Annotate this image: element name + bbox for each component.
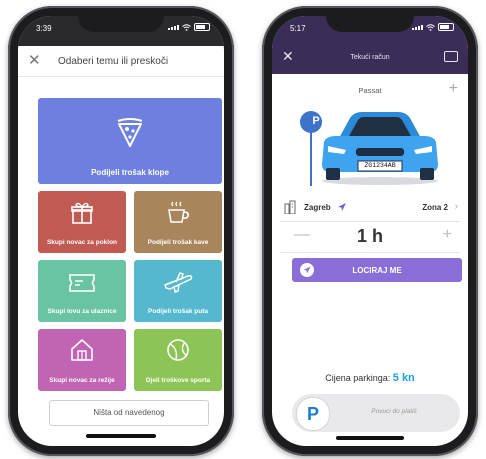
tile-label: Skupi lovu za ulaznice [47,308,117,315]
tile-label: Skupi novac za režije [49,377,115,384]
phone-left: 3:39 ✕ Odaberi temu ili preskoči Podijel… [8,6,234,456]
tile-label: Skupi novac za poklon [46,239,118,246]
gift-icon [71,202,93,224]
coffee-icon [168,201,189,223]
wifi-icon [426,23,435,31]
tile-split-coffee[interactable]: Podijeli trošak kave [134,191,222,253]
tile-label: Djeli troškove sporta [145,377,211,384]
duration-stepper: — 1 h + [272,224,468,250]
close-icon[interactable]: ✕ [28,52,41,70]
signal-icon [412,24,423,30]
tile-ticket-money[interactable]: Skupi lovu za ulaznice [38,260,126,322]
home-indicator [336,436,404,440]
airplane-icon [164,272,193,293]
page-title: Odaberi temu ili preskoči [58,56,169,67]
tile-utilities-money[interactable]: Skupi novac za režije [38,329,126,391]
city-building-icon [284,200,296,214]
price-row: Cijena parkinga: 5 kn [272,372,468,384]
top-bar: ✕ Odaberi temu ili preskoči [18,46,224,77]
price-label: Cijena parkinga: [325,373,391,383]
chevron-right-icon: › [454,201,458,212]
tile-label: Podijeli trošak kave [147,239,209,246]
notch [326,16,414,32]
home-indicator [86,434,156,438]
signal-icon [168,24,179,30]
divider [280,221,460,222]
zone-name: Zona 2 [422,203,448,212]
phone-right: 5:17 ✕ Tekući račun Passat + P ZG1234AB … [262,6,478,456]
slider-knob[interactable]: P [296,397,330,431]
status-icons [412,23,454,31]
battery-icon [194,23,210,31]
tile-split-travel[interactable]: Podijeli trošak puta [134,260,222,322]
pizza-icon [117,118,143,147]
parking-screen: 5:17 ✕ Tekući račun Passat + P ZG1234AB … [272,16,468,446]
price-value: 5 kn [392,372,415,384]
page-title: Tekući račun [350,54,390,61]
status-icons [168,23,210,31]
status-time: 3:39 [36,24,52,33]
locate-me-label: LOCIRAJ ME [352,266,402,275]
ball-icon [167,339,189,361]
tile-label: Podijeli trošak puta [148,308,208,315]
pay-slider[interactable]: P Povuci do platiš [292,394,460,432]
ticket-icon [69,274,95,292]
tile-label: Podijeli trošak klope [91,168,169,177]
battery-icon [438,23,454,31]
divider [280,252,460,253]
tile-split-food[interactable]: Podijeli trošak klope [38,98,222,184]
locate-me-button[interactable]: LOCIRAJ ME [292,258,462,282]
car-name: Passat [358,86,382,95]
wallet-icon[interactable] [444,51,458,62]
duration-value: 1 h [356,226,383,246]
add-car-icon[interactable]: + [449,80,458,98]
wifi-icon [182,23,191,31]
status-time: 5:17 [290,24,306,33]
license-plate: ZG1234AB [364,162,396,169]
tile-gift-money[interactable]: Skupi novac za poklon [38,191,126,253]
theme-picker-screen: 3:39 ✕ Odaberi temu ili preskoči Podijel… [18,16,224,446]
increase-duration-button[interactable]: + [443,226,452,244]
slider-hint: Povuci do platiš [371,408,417,415]
car-icon [322,112,438,185]
tile-split-sport[interactable]: Djeli troškove sporta [134,329,222,391]
notch [78,16,164,32]
city-name: Zagreb [304,203,331,212]
location-arrow-icon [338,203,346,211]
location-row[interactable]: Zagreb Zona 2 › [282,200,458,220]
none-of-above-button[interactable]: Ništa od navedenog [49,400,209,426]
house-icon [71,339,93,361]
